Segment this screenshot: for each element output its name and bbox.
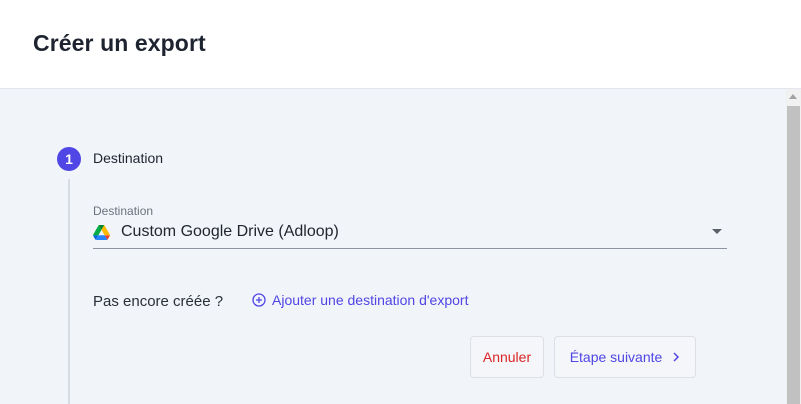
add-export-destination-link[interactable]: Ajouter une destination d'export xyxy=(252,292,468,308)
step-connector-line xyxy=(68,179,70,404)
next-step-button[interactable]: Étape suivante xyxy=(554,336,696,378)
cancel-button[interactable]: Annuler xyxy=(470,336,544,378)
create-export-dialog: Créer un export 1 Destination Destinatio… xyxy=(0,0,801,404)
step-number-badge: 1 xyxy=(57,147,81,171)
step-title: Destination xyxy=(93,150,164,166)
caret-down-icon xyxy=(712,229,722,234)
scroll-up-arrow-icon[interactable] xyxy=(789,94,797,99)
next-step-label: Étape suivante xyxy=(569,349,663,365)
plus-circle-icon xyxy=(252,293,266,307)
scrollbar-thumb[interactable] xyxy=(787,106,800,404)
dialog-title: Créer un export xyxy=(33,30,206,56)
chevron-right-icon xyxy=(673,352,680,362)
destination-select[interactable]: Custom Google Drive (Adloop) xyxy=(93,220,727,249)
destination-field-label: Destination xyxy=(93,204,154,218)
dialog-body: 1 Destination Destination Custom Google … xyxy=(0,89,786,404)
vertical-scrollbar[interactable] xyxy=(786,89,801,404)
not-created-text: Pas encore créée ? xyxy=(93,293,224,310)
google-drive-icon xyxy=(93,224,110,240)
add-export-destination-label: Ajouter une destination d'export xyxy=(272,292,469,308)
dialog-header: Créer un export xyxy=(0,0,801,89)
destination-select-value: Custom Google Drive (Adloop) xyxy=(121,223,339,240)
